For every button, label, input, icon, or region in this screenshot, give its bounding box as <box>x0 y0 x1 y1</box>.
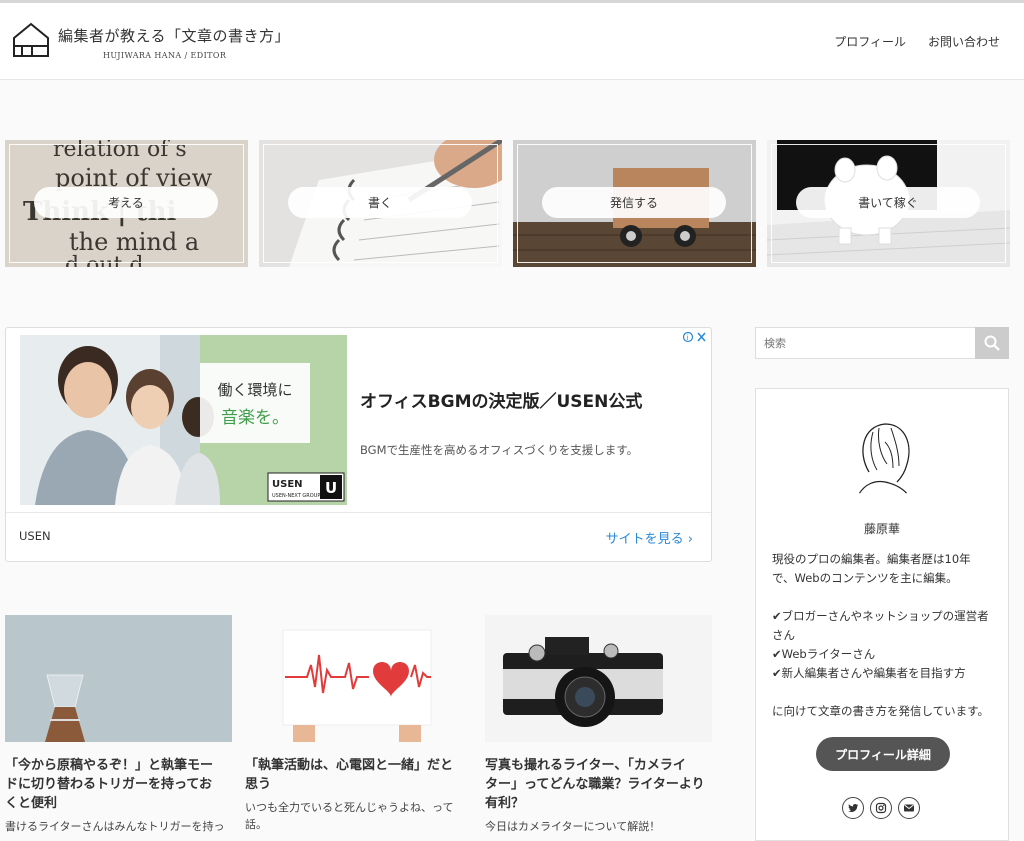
site-header: 編集者が教える「文章の書き方」 HUJIWARA HANA / EDITOR プ… <box>0 3 1024 80</box>
article-title-line: 思う <box>245 777 272 792</box>
instagram-icon[interactable] <box>870 797 892 819</box>
category-label[interactable]: 書く <box>288 187 472 218</box>
bio-line: ✔Webライターさん <box>772 647 876 661</box>
site-subtitle: HUJIWARA HANA / EDITOR <box>103 51 227 60</box>
bio-line: に向けて文章の書き方を発信しています。 <box>772 704 990 718</box>
camera-image <box>485 615 712 742</box>
profile-widget: 藤原華 現役のプロの編集者。編集者歴は10年 で、Webのコンテンツを主に編集。… <box>755 388 1009 841</box>
article-title[interactable]: 「今から原稿やるぞ！」と執筆モー ドに切り替わるトリガーを持ってお くと便利 <box>5 756 232 813</box>
hourglass-image <box>5 615 232 742</box>
profile-name: 藤原華 <box>863 522 900 536</box>
ad-divider <box>6 512 711 513</box>
bio-line: ✔ブロガーさんやネットショップの運営者 <box>772 609 989 623</box>
ad-banner[interactable]: 働く環境に 音楽を。 USEN USEN-NEXT GROUP U i オフィス… <box>5 327 712 562</box>
category-think[interactable]: relation of s point of view Think | thi … <box>5 140 248 267</box>
article-excerpt-line: 書けるライターさんはみんなトリガーを持っ <box>5 820 225 833</box>
article-title[interactable]: 「執筆活動は、心電図と一緒」だと 思う <box>245 756 472 794</box>
search-icon <box>984 335 1000 351</box>
chevron-right-icon: › <box>687 532 693 547</box>
bio-line: ✔新人編集者さんや編集者を目指す方 <box>772 666 966 680</box>
ad-description: BGMで生産性を高めるオフィスづくりを支援します。 <box>360 443 639 457</box>
bio-line: 現役のプロの編集者。編集者歴は10年 <box>772 552 971 566</box>
category-earn[interactable]: 書いて稼ぐ <box>767 140 1010 267</box>
article-title[interactable]: 写真も撮れるライター、「カメライ ター」ってどんな職業？ライターより 有利？ <box>485 756 712 813</box>
search-input[interactable] <box>756 328 976 358</box>
category-label[interactable]: 発信する <box>542 187 726 218</box>
category-write[interactable]: 書く <box>259 140 502 267</box>
category-publish[interactable]: 発信する <box>513 140 756 267</box>
article-thumbnail[interactable] <box>5 615 232 742</box>
ad-choices-icon[interactable]: i <box>682 331 707 346</box>
search-box <box>755 327 1009 359</box>
article-excerpt: 今日はカメライターについて解説！ <box>485 818 712 835</box>
category-label[interactable]: 考える <box>34 187 218 218</box>
article-title-line: 「執筆活動は、心電図と一緒」だと <box>245 758 454 773</box>
article-title-line: 「今から原稿やるぞ！」と執筆モー <box>5 758 214 773</box>
article-thumbnail[interactable] <box>245 615 472 742</box>
article-title-line: ドに切り替わるトリガーを持ってお <box>5 777 212 792</box>
article-excerpt-line: 今日はカメライターについて解説！ <box>485 820 661 833</box>
bio-line <box>772 683 1004 702</box>
ad-logo-text: USEN <box>272 479 303 490</box>
nav-profile[interactable]: プロフィール <box>834 33 906 50</box>
ad-logo-sub: USEN-NEXT GROUP <box>272 493 320 499</box>
article-excerpt: いつも全力でいると死んじゃうよね、って 話。 <box>245 799 472 833</box>
ad-brand: USEN <box>19 529 51 543</box>
social-links <box>842 797 920 819</box>
article-card[interactable]: 写真も撮れるライター、「カメライ ター」ってどんな職業？ライターより 有利？ 今… <box>485 615 712 835</box>
profile-bio: 現役のプロの編集者。編集者歴は10年 で、Webのコンテンツを主に編集。 ✔ブロ… <box>772 550 1004 721</box>
category-label[interactable]: 書いて稼ぐ <box>796 187 980 218</box>
ad-cta-label: サイトを見る <box>605 532 684 547</box>
ad-image[interactable]: 働く環境に 音楽を。 USEN USEN-NEXT GROUP U <box>20 335 347 505</box>
article-card[interactable]: 「執筆活動は、心電図と一緒」だと 思う いつも全力でいると死んじゃうよね、って … <box>245 615 472 833</box>
nav-contact[interactable]: お問い合わせ <box>928 33 1000 50</box>
article-title-line: 有利？ <box>485 796 525 811</box>
ad-image-text: 働く環境に <box>217 381 292 399</box>
avatar <box>839 412 927 500</box>
ad-cta-button[interactable]: サイトを見る › <box>606 528 693 547</box>
svg-text:i: i <box>687 334 689 342</box>
svg-text:U: U <box>325 479 337 497</box>
mail-icon[interactable] <box>898 797 920 819</box>
ad-title[interactable]: オフィスBGMの決定版／USEN公式 <box>360 387 642 412</box>
bio-line <box>772 588 1004 607</box>
site-title[interactable]: 編集者が教える「文章の書き方」 <box>58 25 290 46</box>
twitter-icon[interactable] <box>842 797 864 819</box>
article-title-line: 写真も撮れるライター、「カメライ <box>485 758 686 773</box>
ad-image-text: 音楽を。 <box>221 408 289 428</box>
article-excerpt-line: いつも全力でいると死んじゃうよね、って <box>245 801 454 814</box>
article-excerpt-line: 話。 <box>245 818 267 831</box>
bio-line: さん <box>772 628 795 642</box>
heartbeat-sign-image <box>245 615 472 742</box>
profile-detail-button[interactable]: プロフィール詳細 <box>816 737 950 771</box>
search-button[interactable] <box>975 327 1009 359</box>
house-logo-icon[interactable] <box>12 22 50 58</box>
bio-line: で、Webのコンテンツを主に編集。 <box>772 571 958 585</box>
header-nav: プロフィール お問い合わせ <box>834 33 1000 50</box>
article-title-line: くと便利 <box>5 796 58 811</box>
article-thumbnail[interactable] <box>485 615 712 742</box>
article-title-line: ター」ってどんな職業？ライターより <box>485 777 705 792</box>
article-card[interactable]: 「今から原稿やるぞ！」と執筆モー ドに切り替わるトリガーを持ってお くと便利 書… <box>5 615 232 835</box>
article-excerpt: 書けるライターさんはみんなトリガーを持っ <box>5 818 232 835</box>
